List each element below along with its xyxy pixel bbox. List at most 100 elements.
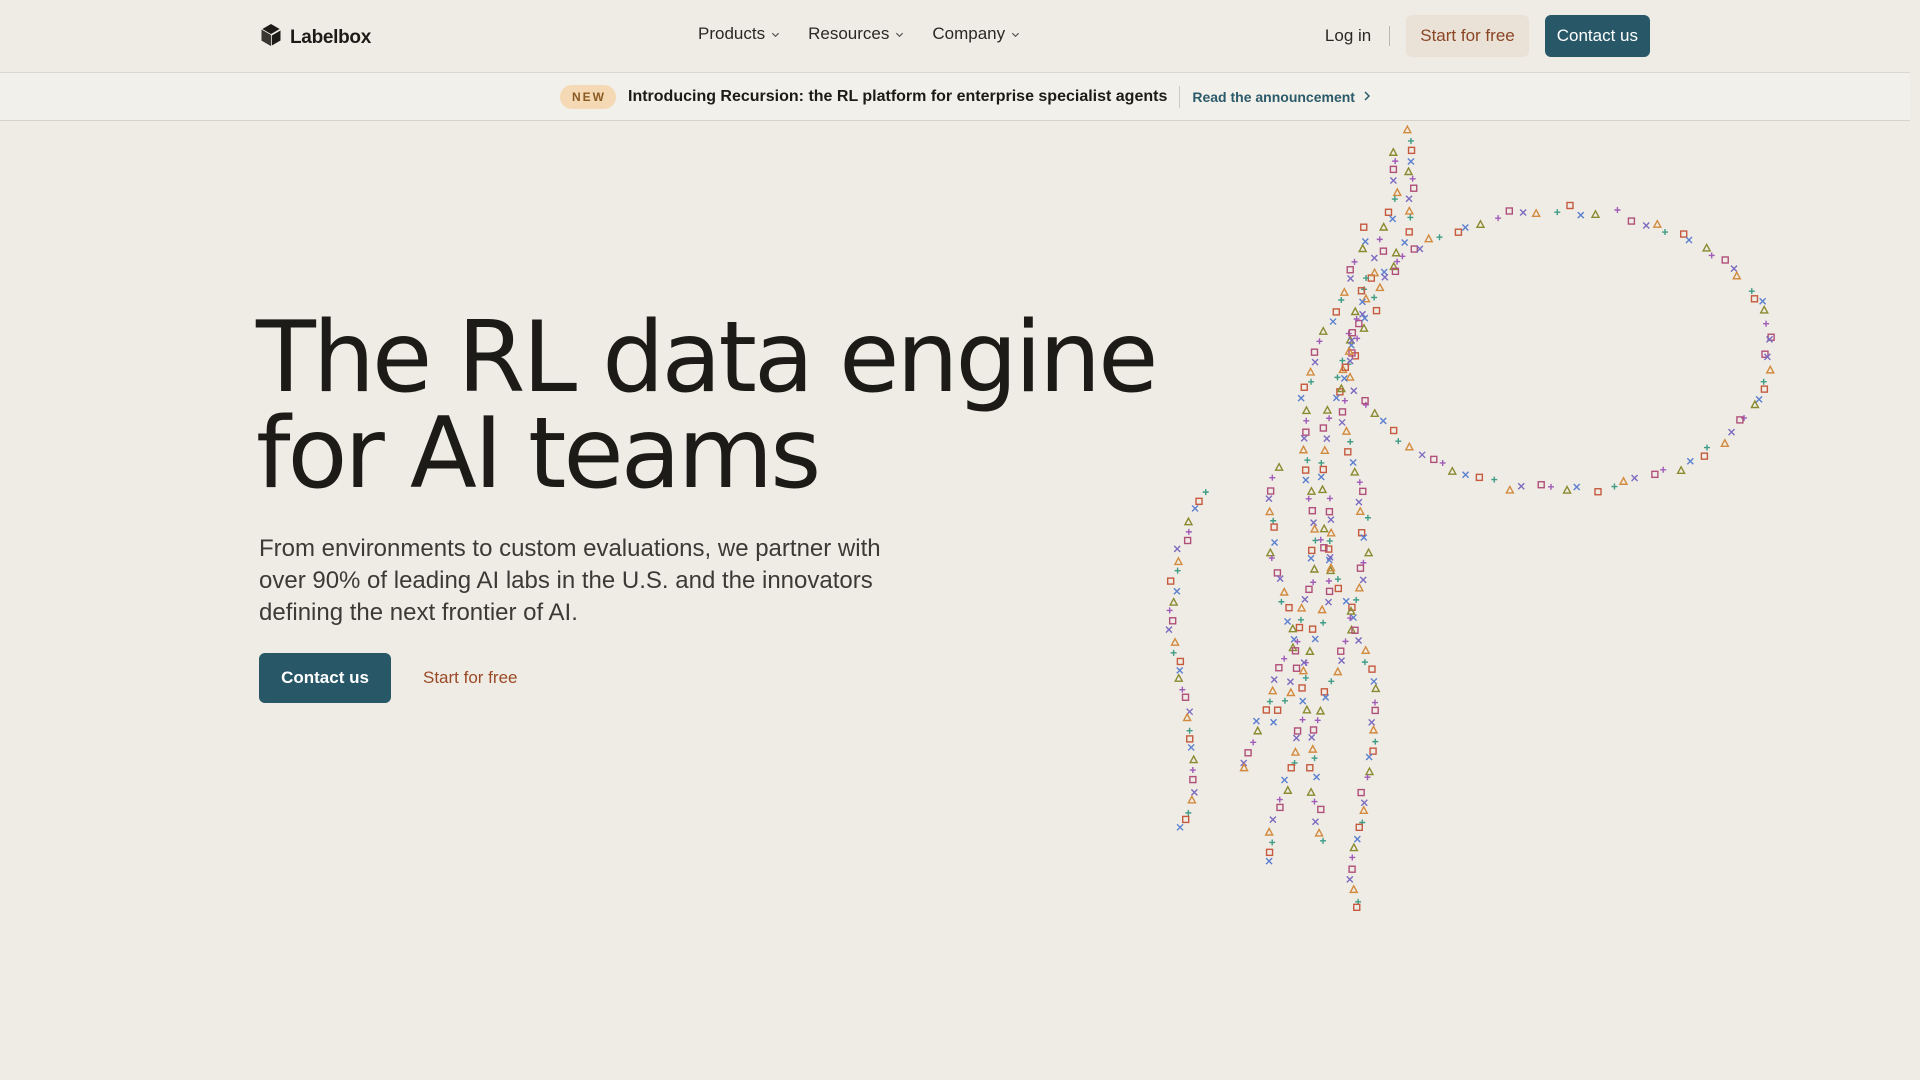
scatter-marker — [1275, 664, 1283, 672]
scatter-marker — [1627, 217, 1636, 225]
scatter-marker — [1270, 676, 1278, 684]
hero-start-free-link[interactable]: Start for free — [423, 668, 517, 688]
scatter-marker — [1720, 438, 1730, 447]
scatter-marker — [1190, 788, 1198, 796]
scatter-marker — [1347, 275, 1355, 283]
scatter-marker — [1573, 483, 1581, 491]
scatter-marker — [1303, 417, 1310, 424]
scatter-marker — [1270, 718, 1278, 726]
scatter-marker — [1311, 755, 1318, 762]
scatter-marker — [1325, 577, 1332, 584]
scatter-marker — [1372, 699, 1379, 706]
scatter-marker — [1359, 805, 1369, 814]
scatter-marker — [1281, 776, 1288, 784]
divider — [1389, 26, 1391, 46]
scatter-marker — [1299, 716, 1306, 723]
scatter-marker — [1363, 547, 1374, 557]
scatter-marker — [1187, 743, 1195, 751]
scatter-marker — [1176, 657, 1185, 666]
scatter-marker — [1323, 435, 1331, 443]
scatter-marker — [1285, 603, 1293, 612]
scatter-marker — [1253, 725, 1263, 735]
scatter-marker — [1338, 657, 1346, 665]
nav-company[interactable]: Company — [932, 24, 1020, 44]
scatter-marker — [1320, 445, 1330, 455]
scatter-marker — [1165, 626, 1173, 634]
scatter-marker — [1611, 483, 1618, 490]
scatter-marker — [1318, 459, 1325, 466]
scatter-marker — [1320, 619, 1327, 626]
logo[interactable]: Labelbox — [260, 23, 371, 52]
scatter-marker — [1358, 243, 1368, 253]
login-link[interactable]: Log in — [1307, 26, 1389, 46]
scatter-marker — [1424, 233, 1434, 243]
scatter-marker — [1360, 799, 1368, 807]
scatter-marker — [1462, 471, 1470, 479]
scatter-marker — [1519, 208, 1527, 216]
scatter-marker — [1317, 484, 1328, 494]
scatter-marker — [1325, 587, 1334, 596]
scatter-marker — [1297, 394, 1305, 402]
scatter-marker — [1360, 645, 1371, 655]
scatter-marker — [1614, 206, 1621, 213]
start-free-button[interactable]: Start for free — [1406, 15, 1529, 57]
scatter-marker — [1305, 366, 1316, 376]
scatter-marker — [1346, 266, 1354, 274]
scatter-marker — [1351, 258, 1358, 265]
scatter-marker — [1439, 459, 1446, 466]
scatter-marker — [1370, 677, 1378, 685]
hero-contact-button[interactable]: Contact us — [259, 653, 391, 703]
chevron-down-icon — [895, 24, 904, 44]
top-navigation: Labelbox Products Resources Company Log … — [0, 0, 1910, 73]
scatter-marker — [1389, 177, 1397, 185]
scatter-marker — [1318, 326, 1328, 335]
scatter-marker — [1312, 537, 1319, 544]
scatter-marker — [1562, 485, 1572, 494]
scatter-marker — [1292, 734, 1300, 742]
scatter-marker — [1298, 444, 1309, 454]
scatter-marker — [1325, 507, 1334, 516]
scatter-marker — [1296, 602, 1307, 612]
contact-us-button[interactable]: Contact us — [1544, 15, 1650, 57]
announcement-content: NEW Introducing Recursion: the RL platfo… — [560, 84, 1371, 110]
scatter-marker — [1410, 245, 1418, 253]
nav-products[interactable]: Products — [698, 24, 780, 44]
scatter-marker — [1407, 137, 1414, 144]
scatter-marker — [1461, 223, 1469, 231]
scatter-marker — [1389, 426, 1398, 435]
scatter-marker — [1364, 766, 1375, 776]
scatter-marker — [1359, 487, 1367, 496]
scatter-marker — [1360, 223, 1368, 231]
scatter-marker — [1345, 372, 1355, 381]
scatter-marker — [1287, 764, 1295, 772]
scatter-marker — [1308, 546, 1316, 555]
scatter-marker — [1187, 794, 1197, 804]
scatter-marker — [1577, 211, 1585, 219]
scatter-marker — [1404, 205, 1414, 215]
scatter-marker — [1703, 444, 1710, 451]
scatter-marker — [1276, 803, 1284, 812]
main-nav: Products Resources Company — [698, 24, 1020, 44]
scatter-marker — [1298, 684, 1306, 692]
read-announcement-link[interactable]: Read the announcement — [1192, 89, 1371, 105]
scatter-marker — [1166, 577, 1175, 585]
scatter-marker — [1392, 158, 1399, 165]
scatter-marker — [1202, 489, 1209, 496]
scatter-marker — [1314, 717, 1321, 724]
scatter-marker — [1338, 408, 1347, 416]
scatter-marker — [1302, 674, 1309, 681]
nav-resources[interactable]: Resources — [808, 24, 904, 44]
scatter-marker — [1353, 835, 1361, 843]
scatter-marker — [1371, 706, 1379, 715]
scatter-marker — [1273, 706, 1282, 714]
scatter-marker — [1317, 536, 1324, 543]
scatter-marker — [1288, 623, 1298, 633]
scatter-marker — [1401, 238, 1409, 246]
scatter-marker — [1170, 637, 1180, 646]
scatter-marker — [1410, 184, 1418, 192]
scatter-marker — [1338, 296, 1345, 303]
chevron-down-icon — [771, 24, 780, 44]
scatter-marker — [1531, 208, 1541, 217]
scatter-marker — [1327, 516, 1335, 524]
scatter-marker — [1183, 516, 1194, 526]
